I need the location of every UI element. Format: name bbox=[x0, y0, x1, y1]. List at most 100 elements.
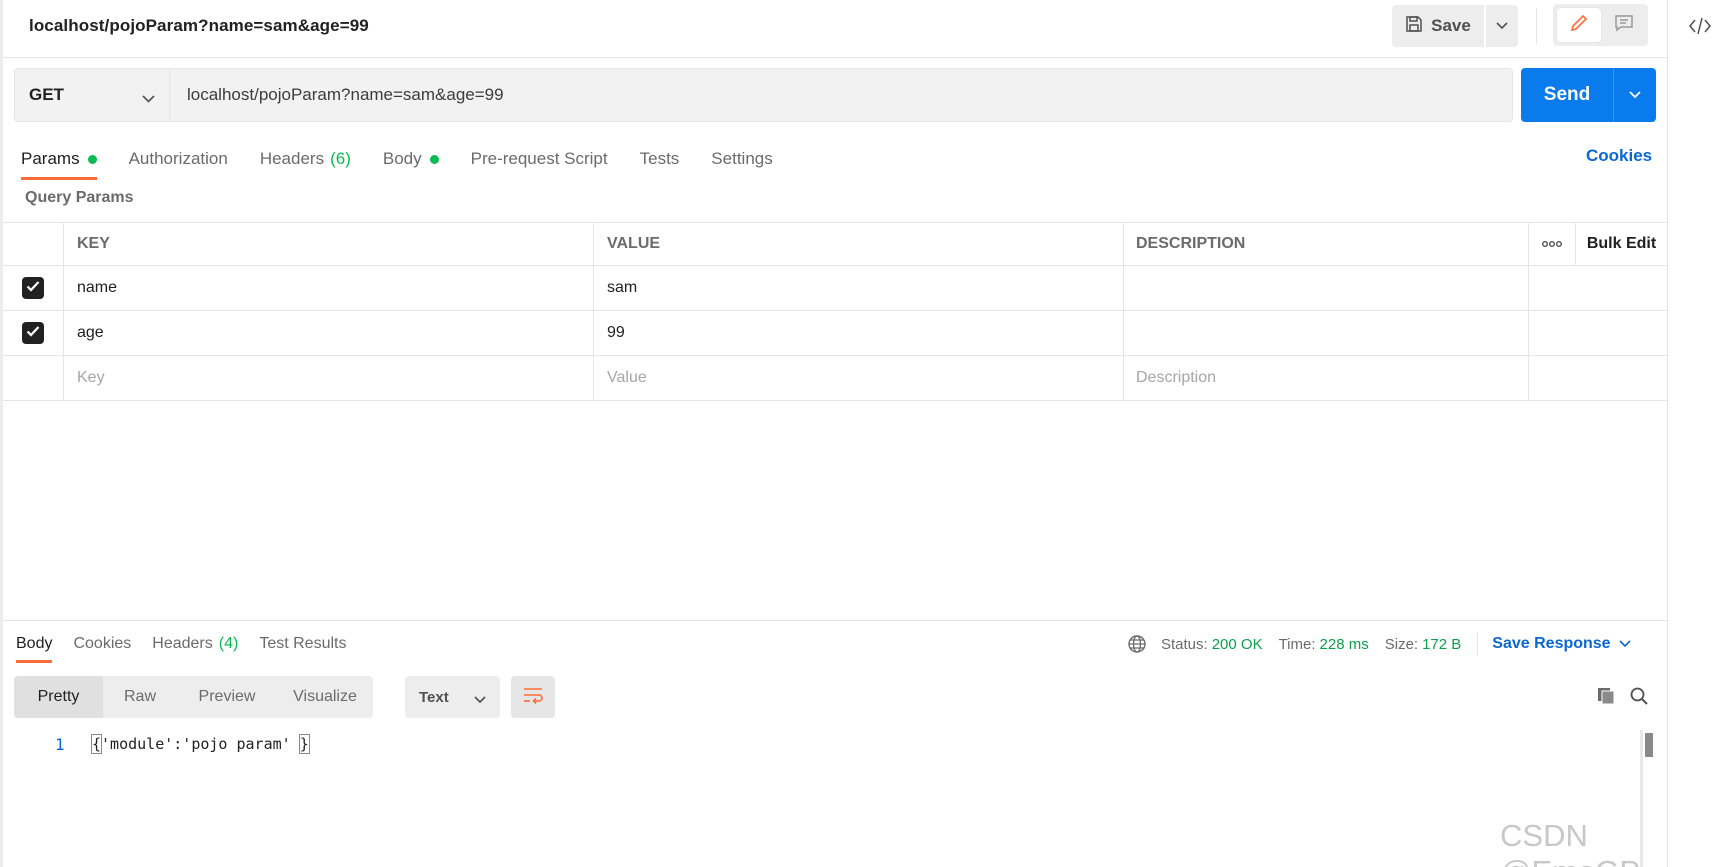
checkmark-icon bbox=[26, 279, 40, 297]
size-label: Size: bbox=[1384, 635, 1419, 653]
row-checkbox-cell bbox=[3, 266, 64, 310]
request-tabs: Params Authorization Headers (6) Body Pre… bbox=[21, 142, 805, 180]
search-icon[interactable] bbox=[1626, 683, 1652, 709]
tab-prerequest-script[interactable]: Pre-request Script bbox=[471, 142, 608, 176]
code-line-body: 'module':'pojo param' bbox=[101, 735, 300, 753]
chevron-down-icon bbox=[474, 691, 486, 708]
send-options-dropdown[interactable] bbox=[1614, 68, 1656, 122]
new-description-input[interactable]: Description bbox=[1124, 356, 1529, 400]
table-row-new: Key Value Description bbox=[3, 356, 1667, 401]
new-value-input[interactable]: Value bbox=[594, 356, 1124, 400]
format-raw[interactable]: Raw bbox=[103, 676, 177, 718]
tab-params-label: Params bbox=[21, 149, 80, 168]
param-value[interactable]: sam bbox=[594, 266, 1124, 310]
status-divider bbox=[1477, 632, 1479, 656]
format-visualize[interactable]: Visualize bbox=[277, 676, 373, 718]
param-description[interactable] bbox=[1124, 311, 1529, 355]
response-tab-test-results[interactable]: Test Results bbox=[259, 627, 346, 661]
tab-authorization[interactable]: Authorization bbox=[129, 142, 228, 176]
pencil-icon bbox=[1569, 13, 1589, 38]
new-key-input[interactable]: Key bbox=[64, 356, 594, 400]
checkmark-icon bbox=[26, 324, 40, 342]
tab-params[interactable]: Params bbox=[21, 142, 97, 180]
method-label: GET bbox=[29, 85, 64, 104]
comment-mode-button[interactable] bbox=[1603, 8, 1645, 42]
cookies-link[interactable]: Cookies bbox=[1586, 146, 1652, 166]
save-response-button[interactable]: Save Response bbox=[1492, 635, 1631, 653]
row-checkbox[interactable] bbox=[22, 322, 44, 344]
column-description: DESCRIPTION bbox=[1124, 223, 1529, 265]
size-value[interactable]: 172 B bbox=[1422, 636, 1461, 653]
format-selector: Pretty Raw Preview Visualize bbox=[14, 676, 373, 718]
more-options-button[interactable] bbox=[1529, 223, 1576, 265]
column-value: VALUE bbox=[594, 223, 1124, 265]
table-row: age 99 bbox=[3, 311, 1667, 356]
globe-icon[interactable] bbox=[1127, 634, 1147, 654]
body-active-dot bbox=[429, 154, 439, 164]
save-button[interactable]: Save bbox=[1392, 5, 1484, 47]
row-checkbox-cell bbox=[3, 356, 64, 400]
chevron-down-icon bbox=[1629, 86, 1641, 104]
edit-mode-button[interactable] bbox=[1557, 8, 1601, 42]
query-params-title: Query Params bbox=[25, 189, 134, 206]
headers-count: (6) bbox=[330, 149, 351, 168]
time-value[interactable]: 228 ms bbox=[1320, 636, 1369, 653]
response-body-editor[interactable]: 1 {'module':'pojo param' } bbox=[3, 730, 1643, 867]
right-sidebar bbox=[1667, 0, 1730, 867]
close-brace: } bbox=[298, 734, 310, 754]
format-preview[interactable]: Preview bbox=[177, 676, 277, 718]
params-active-dot bbox=[87, 154, 97, 164]
format-pretty[interactable]: Pretty bbox=[14, 676, 103, 718]
code-snippet-icon[interactable] bbox=[1687, 14, 1713, 38]
tab-headers[interactable]: Headers (6) bbox=[260, 142, 351, 176]
response-tabs: Body Cookies Headers (4) Test Results bbox=[16, 627, 367, 663]
response-divider[interactable] bbox=[3, 620, 1667, 621]
wrap-lines-button[interactable] bbox=[511, 676, 555, 718]
response-type-label: Text bbox=[419, 688, 449, 706]
method-select[interactable]: GET bbox=[14, 68, 170, 122]
response-headers-count: (4) bbox=[218, 635, 239, 652]
comment-icon bbox=[1614, 13, 1634, 38]
open-brace: { bbox=[90, 734, 103, 754]
chevron-down-icon bbox=[1496, 17, 1508, 35]
header-divider bbox=[1536, 8, 1537, 44]
time-label: Time: bbox=[1278, 635, 1316, 653]
param-key[interactable]: name bbox=[64, 266, 594, 310]
row-checkbox[interactable] bbox=[22, 277, 44, 299]
status-value[interactable]: 200 OK bbox=[1212, 636, 1263, 653]
line-number: 1 bbox=[55, 735, 65, 754]
column-key: KEY bbox=[64, 223, 594, 265]
url-input[interactable]: localhost/pojoParam?name=sam&age=99 bbox=[170, 68, 1513, 122]
save-response-label: Save Response bbox=[1492, 635, 1611, 652]
param-description[interactable] bbox=[1124, 266, 1529, 310]
editor-scrollbar[interactable] bbox=[1645, 733, 1653, 757]
request-panel: localhost/pojoParam?name=sam&age=99 Save bbox=[3, 0, 1667, 867]
chevron-down-icon bbox=[142, 89, 155, 109]
save-options-dropdown[interactable] bbox=[1486, 5, 1518, 47]
wrap-lines-icon bbox=[522, 686, 544, 709]
copy-icon[interactable] bbox=[1593, 683, 1619, 709]
request-title[interactable]: localhost/pojoParam?name=sam&age=99 bbox=[29, 16, 369, 36]
tab-tests[interactable]: Tests bbox=[640, 142, 680, 176]
tab-body-label: Body bbox=[382, 149, 422, 168]
save-button-group: Save bbox=[1392, 5, 1518, 47]
send-button[interactable]: Send bbox=[1521, 68, 1613, 122]
param-value[interactable]: 99 bbox=[594, 311, 1124, 355]
code-line: {'module':'pojo param' } bbox=[90, 734, 310, 754]
query-params-table: KEY VALUE DESCRIPTION Bulk Edit name sam… bbox=[3, 222, 1667, 401]
save-button-label: Save bbox=[1431, 16, 1471, 35]
response-tab-headers-label: Headers bbox=[152, 635, 213, 652]
param-key[interactable]: age bbox=[64, 311, 594, 355]
response-type-select[interactable]: Text bbox=[405, 676, 500, 718]
tab-settings[interactable]: Settings bbox=[711, 142, 772, 176]
more-horizontal-icon bbox=[1542, 235, 1562, 253]
watermark: CSDN @EmoGP bbox=[1500, 818, 1640, 867]
tab-body[interactable]: Body bbox=[383, 142, 439, 176]
floppy-disk-icon bbox=[1405, 15, 1423, 38]
response-tab-body[interactable]: Body bbox=[16, 627, 53, 663]
bulk-edit-button[interactable]: Bulk Edit bbox=[1576, 223, 1667, 265]
tab-headers-label: Headers bbox=[259, 149, 325, 168]
response-tab-headers[interactable]: Headers (4) bbox=[152, 627, 238, 661]
response-tab-cookies[interactable]: Cookies bbox=[73, 627, 131, 661]
row-checkbox-cell bbox=[3, 311, 64, 355]
